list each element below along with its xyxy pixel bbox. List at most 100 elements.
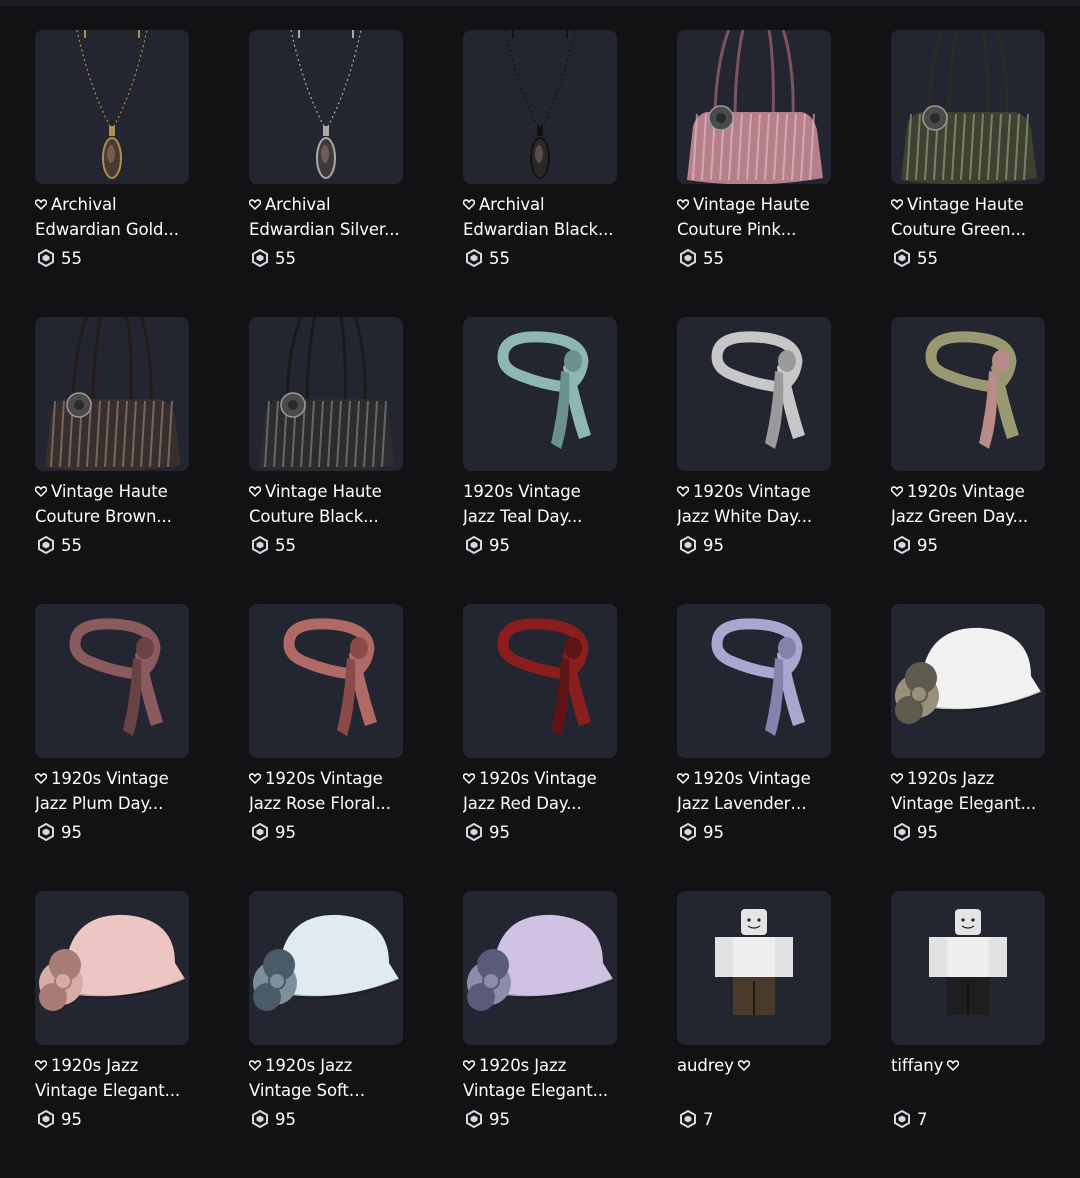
- item-name[interactable]: Archival Edwardian Silver...: [249, 193, 403, 242]
- item-price: 55: [35, 533, 189, 557]
- robux-icon: [37, 536, 55, 554]
- item-price: 55: [891, 246, 1045, 270]
- catalog-item-card[interactable]: 1920s Jazz Vintage Elegant... 95: [891, 604, 1045, 891]
- item-thumbnail[interactable]: [35, 891, 189, 1045]
- item-thumbnail[interactable]: [463, 891, 617, 1045]
- catalog-item-card[interactable]: 1920s Jazz Vintage Soft Blue... 95: [249, 891, 403, 1178]
- catalog-item-card[interactable]: 1920s Vintage Jazz Teal Day... 95: [463, 317, 617, 604]
- item-thumbnail[interactable]: [249, 30, 403, 184]
- item-name[interactable]: 1920s Vintage Jazz Red Day...: [463, 767, 617, 816]
- heart-outline-icon: [249, 1060, 261, 1071]
- item-price: 55: [463, 246, 617, 270]
- item-name-text: Vintage Haute Couture Black...: [249, 482, 382, 526]
- item-thumbnail[interactable]: [677, 317, 831, 471]
- item-name[interactable]: 1920s Vintage Jazz Teal Day...: [463, 480, 617, 529]
- item-thumbnail[interactable]: [891, 30, 1045, 184]
- item-name[interactable]: tiffany: [891, 1054, 1045, 1103]
- robux-icon: [37, 823, 55, 841]
- item-thumbnail[interactable]: [35, 604, 189, 758]
- item-name[interactable]: Archival Edwardian Black...: [463, 193, 617, 242]
- item-name[interactable]: audrey: [677, 1054, 831, 1103]
- catalog-item-card[interactable]: 1920s Vintage Jazz Red Day... 95: [463, 604, 617, 891]
- item-thumbnail[interactable]: [35, 317, 189, 471]
- item-price: 55: [35, 246, 189, 270]
- robux-icon: [465, 1110, 483, 1128]
- item-name[interactable]: Vintage Haute Couture Brown...: [35, 480, 189, 529]
- catalog-item-card[interactable]: 1920s Vintage Jazz Green Day... 95: [891, 317, 1045, 604]
- item-name-text: 1920s Jazz Vintage Elegant...: [463, 1056, 609, 1100]
- robux-icon: [465, 249, 483, 267]
- catalog-item-card[interactable]: Archival Edwardian Black... 55: [463, 30, 617, 317]
- blue-cloche-hat-image: [253, 914, 400, 1011]
- catalog-item-card[interactable]: Vintage Haute Couture Brown... 55: [35, 317, 189, 604]
- price-value: 95: [275, 822, 296, 842]
- item-name-text: 1920s Vintage Jazz Plum Day...: [35, 769, 169, 813]
- price-value: 95: [917, 535, 938, 555]
- item-thumbnail[interactable]: [463, 317, 617, 471]
- heart-outline-icon: [35, 1060, 47, 1071]
- item-name[interactable]: 1920s Jazz Vintage Elegant...: [463, 1054, 617, 1103]
- item-thumbnail[interactable]: [891, 604, 1045, 758]
- item-thumbnail[interactable]: [35, 30, 189, 184]
- item-name[interactable]: 1920s Jazz Vintage Soft Blue...: [249, 1054, 403, 1103]
- catalog-item-card[interactable]: 1920s Vintage Jazz White Day... 95: [677, 317, 831, 604]
- robux-icon: [465, 536, 483, 554]
- catalog-item-card[interactable]: Vintage Haute Couture Black... 55: [249, 317, 403, 604]
- catalog-item-card[interactable]: Archival Edwardian Gold... 55: [35, 30, 189, 317]
- item-thumbnail[interactable]: [249, 317, 403, 471]
- catalog-item-card[interactable]: 1920s Jazz Vintage Elegant... 95: [35, 891, 189, 1178]
- item-thumbnail[interactable]: [463, 30, 617, 184]
- item-thumbnail[interactable]: [677, 604, 831, 758]
- price-value: 7: [917, 1109, 928, 1129]
- green-handbag-image: [901, 30, 1037, 184]
- price-value: 95: [703, 535, 724, 555]
- item-thumbnail[interactable]: [677, 30, 831, 184]
- item-name-text: 1920s Vintage Jazz White Day...: [677, 482, 813, 526]
- catalog-item-card[interactable]: Vintage Haute Couture Pink... 55: [677, 30, 831, 317]
- white-cloche-hat-image: [895, 627, 1042, 724]
- catalog-item-card[interactable]: tiffany 7: [891, 891, 1045, 1178]
- item-name[interactable]: Vintage Haute Couture Black...: [249, 480, 403, 529]
- robux-icon: [679, 249, 697, 267]
- item-thumbnail[interactable]: [891, 317, 1045, 471]
- item-name[interactable]: 1920s Vintage Jazz Lavender Da...: [677, 767, 831, 816]
- item-name[interactable]: Archival Edwardian Gold...: [35, 193, 189, 242]
- catalog-item-card[interactable]: 1920s Vintage Jazz Rose Floral... 95: [249, 604, 403, 891]
- item-price: 55: [249, 246, 403, 270]
- item-name[interactable]: Vintage Haute Couture Pink...: [677, 193, 831, 242]
- item-thumbnail[interactable]: [249, 891, 403, 1045]
- item-name[interactable]: Vintage Haute Couture Green...: [891, 193, 1045, 242]
- robux-icon: [893, 1110, 911, 1128]
- heart-outline-icon: [249, 773, 261, 784]
- black-handbag-image: [259, 317, 395, 471]
- item-thumbnail[interactable]: [463, 604, 617, 758]
- item-price: 7: [891, 1107, 1045, 1131]
- lavender-cloche-hat-image: [467, 914, 614, 1011]
- black-necklace-image: [504, 30, 576, 179]
- item-thumbnail[interactable]: [677, 891, 831, 1045]
- item-thumbnail[interactable]: [249, 604, 403, 758]
- item-name[interactable]: 1920s Vintage Jazz Green Day...: [891, 480, 1045, 529]
- lavender-headband-image: [711, 618, 805, 736]
- robux-icon: [251, 1110, 269, 1128]
- item-name-text: audrey: [677, 1056, 734, 1075]
- catalog-item-card[interactable]: 1920s Jazz Vintage Elegant... 95: [463, 891, 617, 1178]
- heart-outline-icon: [35, 486, 47, 497]
- item-name[interactable]: 1920s Jazz Vintage Elegant...: [891, 767, 1045, 816]
- catalog-item-card[interactable]: 1920s Vintage Jazz Plum Day... 95: [35, 604, 189, 891]
- item-name[interactable]: 1920s Vintage Jazz Plum Day...: [35, 767, 189, 816]
- catalog-item-card[interactable]: Vintage Haute Couture Green... 55: [891, 30, 1045, 317]
- item-thumbnail[interactable]: [891, 891, 1045, 1045]
- item-name[interactable]: 1920s Jazz Vintage Elegant...: [35, 1054, 189, 1103]
- item-price: 95: [891, 533, 1045, 557]
- audrey-outfit-image: [715, 909, 793, 1015]
- item-name-text: 1920s Jazz Vintage Elegant...: [35, 1056, 181, 1100]
- catalog-item-card[interactable]: Archival Edwardian Silver... 55: [249, 30, 403, 317]
- item-name[interactable]: 1920s Vintage Jazz White Day...: [677, 480, 831, 529]
- item-name[interactable]: 1920s Vintage Jazz Rose Floral...: [249, 767, 403, 816]
- price-value: 55: [61, 535, 82, 555]
- item-price: 95: [463, 820, 617, 844]
- catalog-item-card[interactable]: audrey 7: [677, 891, 831, 1178]
- red-headband-image: [497, 618, 591, 736]
- catalog-item-card[interactable]: 1920s Vintage Jazz Lavender Da... 95: [677, 604, 831, 891]
